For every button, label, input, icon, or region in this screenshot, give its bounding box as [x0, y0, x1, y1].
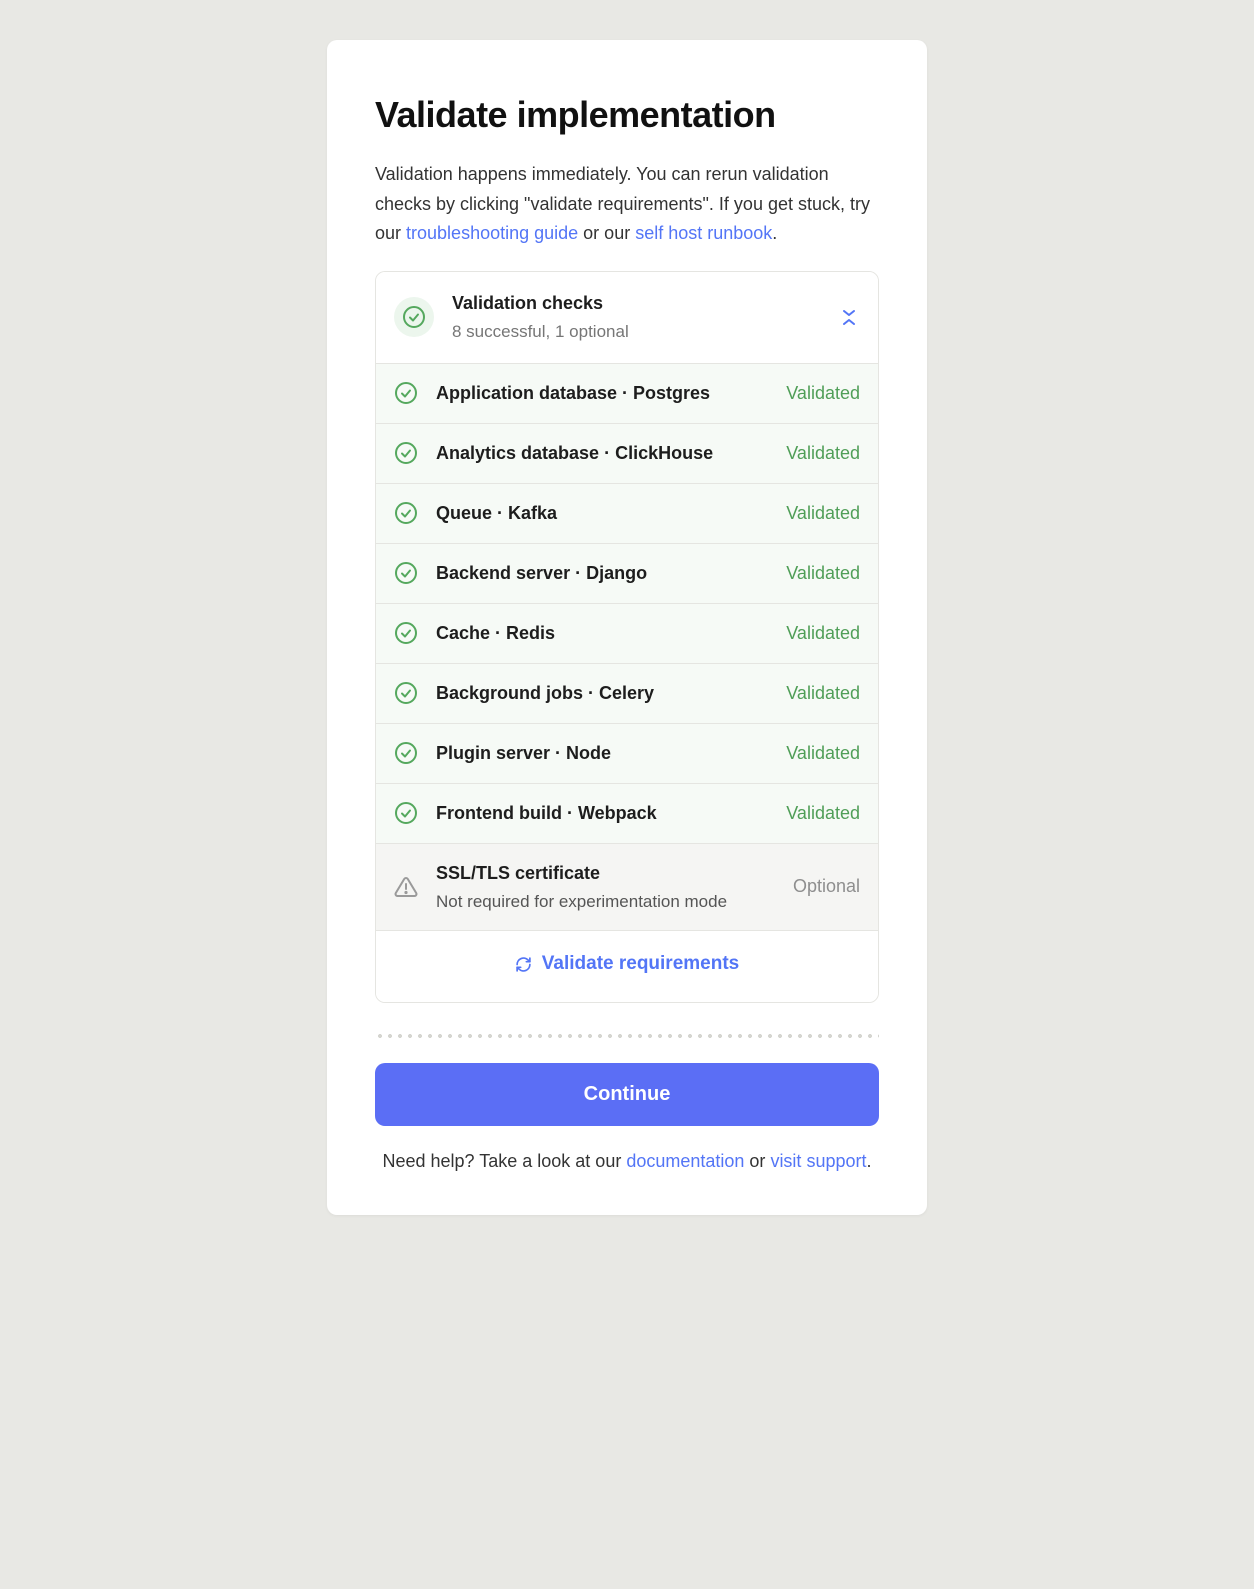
chevron-up-icon [842, 318, 856, 326]
row-status: Validated [786, 440, 860, 467]
row-status: Optional [793, 873, 860, 900]
continue-button[interactable]: Continue [375, 1063, 879, 1126]
row-status: Validated [786, 800, 860, 827]
validation-row: Analytics database · ClickHouseValidated [376, 424, 878, 484]
validation-row: Background jobs · CeleryValidated [376, 664, 878, 724]
check-circle-icon [394, 381, 418, 405]
help-part3: . [866, 1151, 871, 1171]
check-circle-icon [394, 441, 418, 465]
validate-requirements-button[interactable]: Validate requirements [515, 953, 739, 975]
documentation-link[interactable]: documentation [626, 1151, 744, 1171]
check-circle-icon [394, 741, 418, 765]
row-title: Backend server · Django [436, 560, 786, 587]
page-title: Validate implementation [375, 88, 879, 142]
row-title: Analytics database · ClickHouse [436, 440, 786, 467]
validation-row: Plugin server · NodeValidated [376, 724, 878, 784]
check-circle-icon [394, 681, 418, 705]
self-host-runbook-link[interactable]: self host runbook [635, 223, 772, 243]
validation-panel-header: Validation checks 8 successful, 1 option… [376, 272, 878, 364]
intro-text: Validation happens immediately. You can … [375, 160, 879, 249]
validation-row: Application database · PostgresValidated [376, 364, 878, 424]
row-text: Queue · Kafka [436, 500, 786, 527]
dotted-divider [375, 1033, 879, 1039]
row-status: Validated [786, 380, 860, 407]
validation-row: Backend server · DjangoValidated [376, 544, 878, 604]
row-status: Validated [786, 560, 860, 587]
row-subtitle: Not required for experimentation mode [436, 889, 793, 915]
visit-support-link[interactable]: visit support [770, 1151, 866, 1171]
row-text: Cache · Redis [436, 620, 786, 647]
help-part2: or [744, 1151, 770, 1171]
check-circle-icon [394, 297, 434, 337]
row-status: Validated [786, 740, 860, 767]
row-title: Plugin server · Node [436, 740, 786, 767]
warning-triangle-icon [394, 875, 418, 899]
panel-header-title: Validation checks [452, 290, 838, 317]
troubleshooting-guide-link[interactable]: troubleshooting guide [406, 223, 578, 243]
row-title: Application database · Postgres [436, 380, 786, 407]
validation-card: Validate implementation Validation happe… [327, 40, 927, 1215]
row-text: Frontend build · Webpack [436, 800, 786, 827]
continue-button-label: Continue [584, 1083, 671, 1105]
row-text: Background jobs · Celery [436, 680, 786, 707]
validation-row: Cache · RedisValidated [376, 604, 878, 664]
row-text: Application database · Postgres [436, 380, 786, 407]
validation-row: SSL/TLS certificateNot required for expe… [376, 844, 878, 931]
row-text: Analytics database · ClickHouse [436, 440, 786, 467]
validation-panel: Validation checks 8 successful, 1 option… [375, 271, 879, 1003]
row-title: Cache · Redis [436, 620, 786, 647]
check-circle-icon [394, 621, 418, 645]
row-title: Queue · Kafka [436, 500, 786, 527]
intro-part2: or our [578, 223, 635, 243]
panel-header-subtitle: 8 successful, 1 optional [452, 319, 838, 345]
validate-action-bar: Validate requirements [376, 930, 878, 1002]
validation-row: Queue · KafkaValidated [376, 484, 878, 544]
check-circle-icon [394, 501, 418, 525]
collapse-toggle-button[interactable] [838, 305, 860, 330]
check-circle-icon [394, 561, 418, 585]
row-text: Backend server · Django [436, 560, 786, 587]
check-circle-icon [394, 801, 418, 825]
help-text: Need help? Take a look at our documentat… [375, 1148, 879, 1175]
help-part1: Need help? Take a look at our [382, 1151, 626, 1171]
refresh-icon [515, 956, 532, 973]
intro-part3: . [772, 223, 777, 243]
row-status: Validated [786, 620, 860, 647]
row-title: Frontend build · Webpack [436, 800, 786, 827]
validate-button-label: Validate requirements [542, 953, 739, 975]
row-text: SSL/TLS certificateNot required for expe… [436, 860, 793, 915]
panel-header-text: Validation checks 8 successful, 1 option… [452, 290, 838, 345]
row-text: Plugin server · Node [436, 740, 786, 767]
row-title: SSL/TLS certificate [436, 860, 793, 887]
validation-rows: Application database · PostgresValidated… [376, 364, 878, 931]
row-title: Background jobs · Celery [436, 680, 786, 707]
validation-row: Frontend build · WebpackValidated [376, 784, 878, 844]
row-status: Validated [786, 680, 860, 707]
chevron-down-icon [842, 309, 856, 317]
row-status: Validated [786, 500, 860, 527]
